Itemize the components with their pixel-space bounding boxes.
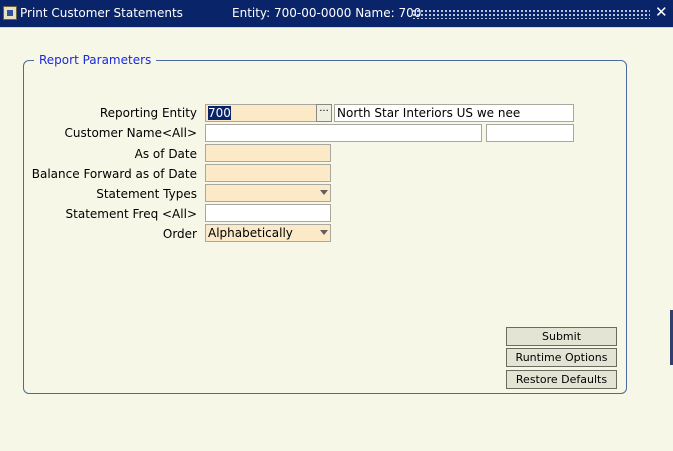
- entity-info-text: Entity: 700-00-0000 Name: 700: [232, 6, 422, 20]
- statement-freq-label: Statement Freq <All>: [65, 207, 197, 221]
- customer-name-input[interactable]: [205, 124, 482, 142]
- app-icon: [3, 6, 17, 20]
- customer-name-label: Customer Name<All>: [64, 126, 198, 140]
- customer-name-secondary-input[interactable]: [486, 124, 574, 142]
- reporting-entity-value: 700: [208, 106, 231, 120]
- lov-button[interactable]: ···: [316, 104, 332, 122]
- window-title: Print Customer Statements: [20, 6, 183, 20]
- title-bar-grip[interactable]: [412, 9, 650, 19]
- window-title-bar: Print Customer Statements Entity: 700-00…: [0, 0, 673, 27]
- chevron-down-icon: [320, 230, 328, 235]
- submit-button[interactable]: Submit: [506, 327, 617, 346]
- close-icon[interactable]: ✕: [655, 4, 668, 20]
- statement-types-label: Statement Types: [96, 187, 197, 201]
- balance-forward-date-input[interactable]: [205, 164, 331, 182]
- order-value: Alphabetically: [208, 226, 293, 240]
- balance-forward-label: Balance Forward as of Date: [31, 167, 197, 181]
- runtime-options-button[interactable]: Runtime Options: [506, 348, 617, 367]
- title-separator: [0, 27, 673, 28]
- as-of-date-input[interactable]: [205, 144, 331, 162]
- statement-types-select[interactable]: [205, 184, 331, 202]
- reporting-entity-input[interactable]: 700: [205, 104, 317, 122]
- chevron-down-icon: [320, 190, 328, 195]
- entity-description-field: North Star Interiors US we nee: [334, 104, 574, 122]
- reporting-entity-label: Reporting Entity: [99, 106, 197, 120]
- statement-freq-input[interactable]: [205, 204, 331, 222]
- order-label: Order: [162, 227, 197, 241]
- order-select[interactable]: Alphabetically: [205, 224, 331, 242]
- restore-defaults-button[interactable]: Restore Defaults: [506, 370, 617, 389]
- as-of-date-label: As of Date: [134, 147, 197, 161]
- group-title: Report Parameters: [34, 53, 157, 67]
